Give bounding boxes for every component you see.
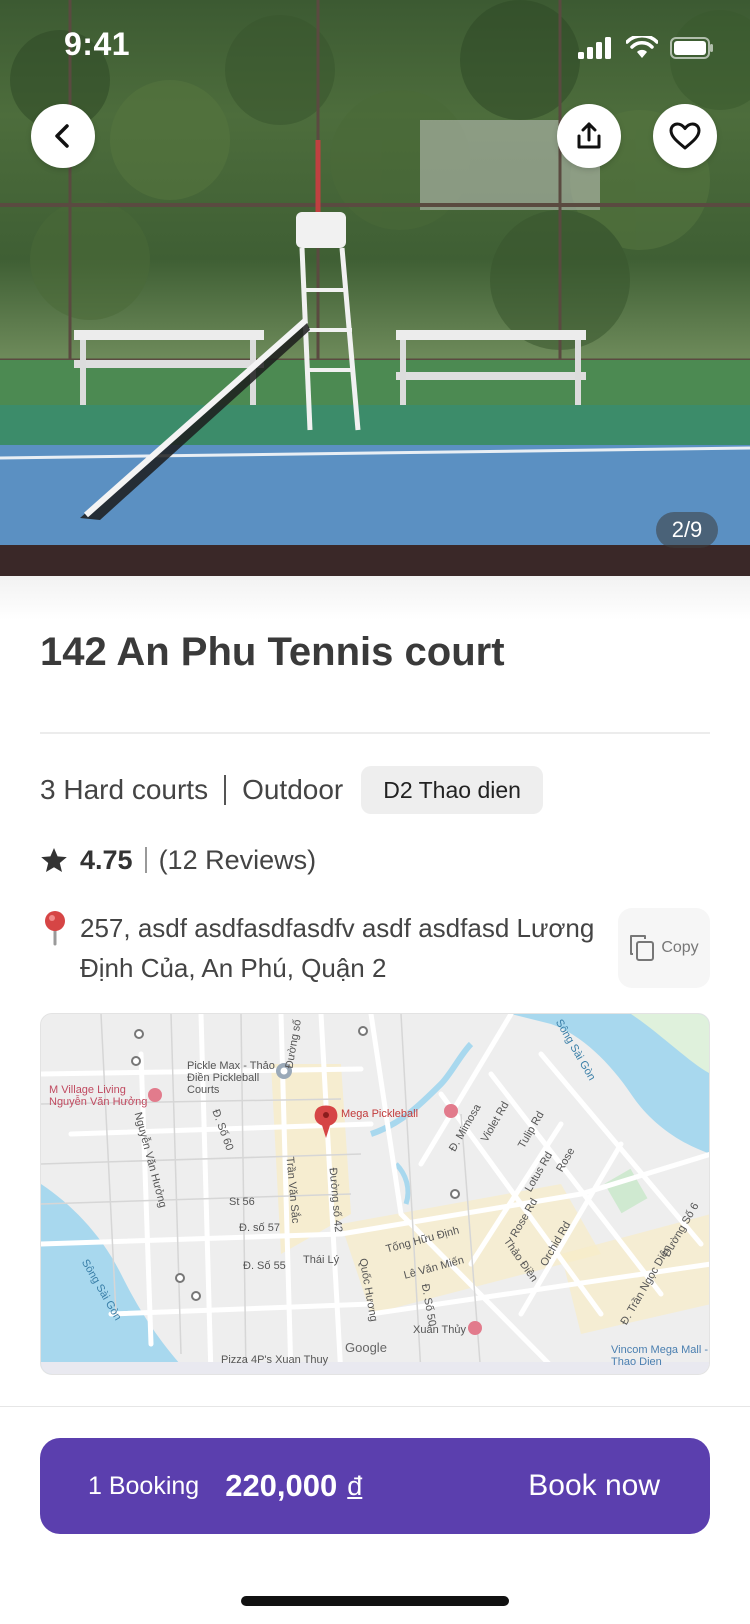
signal-icon bbox=[578, 37, 611, 59]
map-label-thai-ly: Thái Lý bbox=[303, 1254, 340, 1266]
back-button[interactable] bbox=[31, 104, 95, 168]
battery-icon bbox=[670, 37, 713, 59]
court-title: 142 An Phu Tennis court bbox=[40, 630, 505, 674]
rating-value: 4.75 bbox=[80, 844, 133, 875]
address-text: 257, asdf asdfasdfasdfv asdf asdfasd Lươ… bbox=[80, 913, 595, 983]
district-badge[interactable]: D2 Thao dien bbox=[361, 766, 543, 814]
map-label-pickle-max[interactable]: Pickle Max - Thảo Điền Pickleball Courts bbox=[187, 1060, 277, 1096]
favorite-button[interactable] bbox=[653, 104, 717, 168]
copy-label: Copy bbox=[661, 939, 699, 956]
photo-counter: 2/9 bbox=[656, 512, 718, 548]
booking-count: 1 Booking bbox=[88, 1471, 200, 1500]
content-top-shade bbox=[0, 576, 750, 620]
copy-icon bbox=[630, 935, 655, 961]
share-icon bbox=[577, 122, 601, 149]
share-button[interactable] bbox=[557, 104, 621, 168]
map-label-m-village[interactable]: M Village Living Nguyễn Văn Hưởng bbox=[49, 1084, 149, 1108]
location-map[interactable]: Pickle Max - Thảo Điền Pickleball Courts… bbox=[40, 1013, 710, 1375]
meta-separator bbox=[224, 775, 227, 805]
star-icon bbox=[41, 847, 67, 872]
map-label-mega-pickleball[interactable]: Mega Pickleball bbox=[341, 1108, 418, 1120]
status-icons bbox=[578, 36, 714, 60]
address-row: 257, asdf asdfasdfasdfv asdf asdfasd Lươ… bbox=[40, 908, 710, 988]
map-label-pizza-4ps[interactable]: Pizza 4P's Xuan Thuy bbox=[221, 1354, 328, 1366]
rating-row[interactable]: 4.75 (12 Reviews) bbox=[40, 840, 316, 880]
map-google-logo: Google bbox=[345, 1340, 387, 1355]
home-indicator[interactable] bbox=[241, 1596, 509, 1606]
map-label-d-so-57: Đ. số 57 bbox=[239, 1222, 280, 1234]
booking-currency: đ bbox=[347, 1470, 363, 1501]
court-count: 3 Hard courts bbox=[40, 774, 209, 805]
status-time: 9:41 bbox=[64, 26, 131, 62]
heart-icon bbox=[669, 122, 701, 150]
map-pin-icon bbox=[45, 911, 65, 946]
wifi-icon bbox=[626, 36, 658, 58]
court-setting: Outdoor bbox=[242, 774, 344, 805]
map-label-xuan-thuy: Xuân Thủy bbox=[413, 1324, 467, 1336]
map-label-d-so-55: Đ. Số 55 bbox=[243, 1260, 286, 1272]
map-label-vincom[interactable]: Vincom Mega Mall - Thao Dien bbox=[611, 1344, 709, 1368]
copy-address-button[interactable]: Copy bbox=[618, 908, 710, 988]
book-now-button[interactable]: 1 Booking 220,000 đ Book now bbox=[40, 1438, 710, 1534]
divider bbox=[40, 732, 710, 734]
book-now-label: Book now bbox=[528, 1469, 660, 1502]
status-bar: 9:41 bbox=[0, 0, 750, 92]
rating-separator bbox=[144, 847, 147, 873]
court-meta-row: 3 Hard courts Outdoor D2 Thao dien bbox=[40, 764, 543, 816]
back-arrow-icon bbox=[55, 124, 69, 148]
review-count[interactable]: (12 Reviews) bbox=[159, 845, 317, 876]
hero-photo[interactable]: 9:41 2/9 bbox=[0, 0, 750, 576]
booking-price: 220,000 bbox=[225, 1468, 338, 1503]
map-label-st-56: St 56 bbox=[229, 1196, 255, 1208]
